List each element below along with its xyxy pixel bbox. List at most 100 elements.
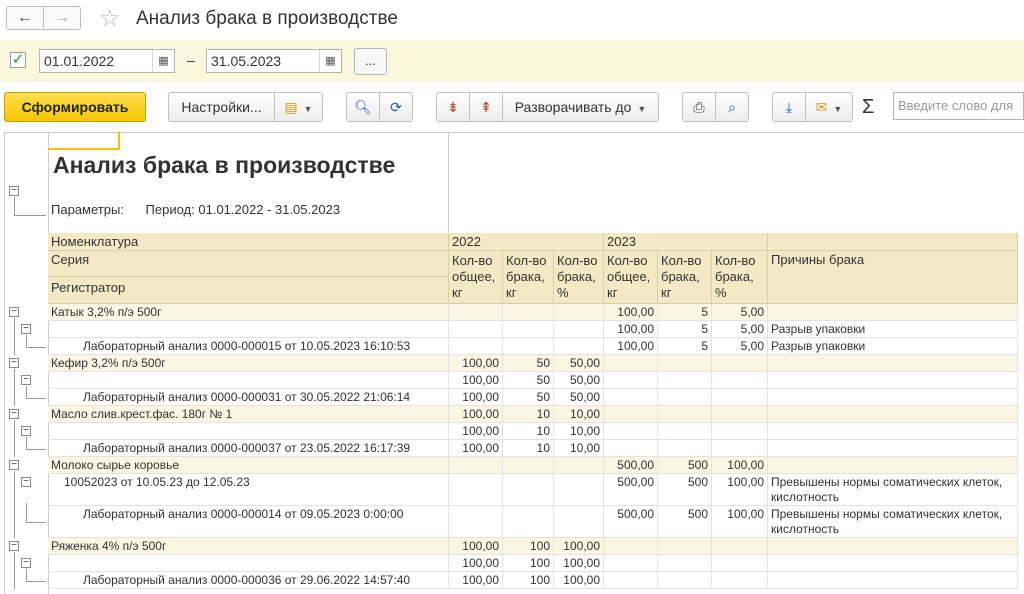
value-cell: [604, 440, 658, 457]
active-cell-marker: [48, 132, 120, 150]
search-input[interactable]: Введите слово для: [893, 92, 1024, 120]
value-cell: [554, 338, 604, 355]
header-qty-total-2023: Кол-во общее, кг: [604, 251, 658, 304]
row-name-cell-bg: Масло слив.крест.фас. 180г № 1: [48, 406, 449, 423]
value-cell: 500: [658, 474, 712, 506]
reason-cell: [768, 423, 1018, 440]
calendar-icon[interactable]: ▦: [152, 50, 174, 72]
row-name-cell-bg: [48, 555, 449, 572]
collapse-series-icon[interactable]: −: [21, 324, 31, 334]
expand-to-button[interactable]: Разворачивать до ▼: [502, 92, 659, 122]
date-to-value: 31.05.2023: [211, 53, 282, 69]
value-cell: [604, 423, 658, 440]
registrar-label[interactable]: Лабораторный анализ 0000-000015 от 10.05…: [83, 338, 410, 354]
reason-cell: [768, 372, 1018, 389]
collapse-series-icon[interactable]: −: [21, 477, 31, 487]
date-to-field[interactable]: 31.05.2023 ▦: [206, 49, 342, 73]
settings-button[interactable]: Настройки...: [168, 92, 275, 122]
value-cell: [658, 440, 712, 457]
generate-button[interactable]: Сформировать: [4, 92, 146, 122]
row-name-cell-bg: Лабораторный анализ 0000-000014 от 09.05…: [48, 506, 449, 538]
arrow-right-icon: →: [54, 9, 70, 26]
date-from-field[interactable]: 01.01.2022 ▦: [39, 49, 175, 73]
collapse-group-icon[interactable]: −: [9, 409, 19, 419]
value-cell: 500,00: [604, 457, 658, 474]
registrar-label[interactable]: Лабораторный анализ 0000-000036 от 29.06…: [83, 572, 410, 588]
header-qty-pct-2022: Кол-во брака, %: [554, 251, 604, 304]
registrar-label[interactable]: Лабораторный анализ 0000-000031 от 30.05…: [83, 389, 410, 405]
period-checkbox[interactable]: ✓: [10, 52, 26, 68]
value-cell: [712, 538, 768, 555]
collapse-series-icon[interactable]: −: [21, 375, 31, 385]
value-cell: [554, 506, 604, 538]
value-cell: [658, 423, 712, 440]
tree-line: [14, 215, 46, 216]
value-cell: [604, 538, 658, 555]
tree-line: [26, 580, 46, 582]
collapse-group-icon[interactable]: −: [9, 307, 19, 317]
collapse-group-icon[interactable]: −: [9, 541, 19, 551]
expand-groups-button[interactable]: ⇞: [469, 92, 503, 122]
tree-line: [14, 197, 15, 215]
value-cell: [712, 423, 768, 440]
report-variant-button[interactable]: ▤ ▼: [274, 92, 323, 122]
forward-button[interactable]: →: [43, 6, 81, 30]
search-next-button[interactable]: ⟳: [379, 92, 413, 122]
value-cell: 5: [658, 304, 712, 321]
value-cell: [503, 338, 554, 355]
value-cell: 100,00: [712, 457, 768, 474]
calendar-icon[interactable]: ▦: [319, 50, 341, 72]
value-cell: 10: [503, 440, 554, 457]
collapse-groups-button[interactable]: ⇟: [436, 92, 470, 122]
value-cell: [604, 389, 658, 406]
value-cell: 100,00: [712, 506, 768, 538]
select-period-button[interactable]: ...: [354, 48, 387, 75]
period-separator: –: [187, 52, 195, 68]
chevron-down-icon: ▼: [303, 104, 313, 114]
header-reasons: Причины брака: [768, 251, 1018, 304]
value-cell: [503, 321, 554, 338]
collapse-group-icon[interactable]: −: [9, 358, 19, 368]
value-cell: [712, 440, 768, 457]
favorite-star-icon[interactable]: ☆: [99, 4, 121, 33]
back-button[interactable]: ←: [6, 6, 44, 30]
registrar-label[interactable]: Лабораторный анализ 0000-000014 от 09.05…: [83, 507, 403, 522]
value-cell: [554, 474, 604, 506]
print-preview-button[interactable]: ⌕: [715, 92, 749, 122]
envelope-icon: ✉: [815, 99, 828, 115]
row-name-cell-bg: Лабораторный анализ 0000-000036 от 29.06…: [48, 572, 449, 589]
expand-groups-icon: ⇞: [480, 99, 492, 115]
header-year-2022: 2022: [449, 233, 604, 251]
sum-icon[interactable]: Σ: [862, 96, 874, 119]
value-cell: 100: [503, 572, 554, 589]
download-icon: ⤓: [785, 99, 793, 115]
collapse-group-icon[interactable]: −: [9, 460, 19, 470]
search-next-icon: ⟳: [390, 99, 402, 115]
save-button[interactable]: ⤓: [772, 92, 806, 122]
toolbar: Сформировать Настройки... ▤ ▼ 🔍︎ ⟳ ⇟ ⇞ Ра…: [0, 82, 1024, 128]
series-label: 10052023 от 10.05.23 до 12.05.23: [64, 475, 250, 489]
value-cell: 5,00: [712, 304, 768, 321]
collapse-header-icon[interactable]: −: [9, 186, 19, 196]
value-cell: [658, 538, 712, 555]
print-preview-icon: ⌕: [728, 99, 736, 115]
tree-line: [26, 569, 27, 581]
window-title: Анализ брака в производстве: [136, 8, 398, 29]
registrar-label[interactable]: Лабораторный анализ 0000-000037 от 23.05…: [83, 440, 410, 456]
header-registrar: Регистратор: [48, 277, 449, 304]
send-email-button[interactable]: ✉ ▼: [805, 92, 853, 122]
header-qty-defect-2022: Кол-во брака, кг: [503, 251, 554, 304]
period-panel: ✓ 01.01.2022 ▦ – 31.05.2023 ▦ ...: [0, 40, 1024, 82]
value-cell: 5,00: [712, 321, 768, 338]
reason-cell: [768, 304, 1018, 321]
value-cell: [712, 355, 768, 372]
row-name-cell-bg: Лабораторный анализ 0000-000015 от 10.05…: [48, 338, 449, 355]
print-button[interactable]: ⎙: [682, 92, 716, 122]
collapse-series-icon[interactable]: −: [21, 426, 31, 436]
collapse-series-icon[interactable]: −: [21, 558, 31, 568]
reason-cell: [768, 572, 1018, 589]
value-cell: 5: [658, 338, 712, 355]
header-nomenclature: Номенклатура: [48, 233, 449, 251]
search-button[interactable]: 🔍︎: [346, 92, 380, 122]
value-cell: 100,00: [604, 321, 658, 338]
